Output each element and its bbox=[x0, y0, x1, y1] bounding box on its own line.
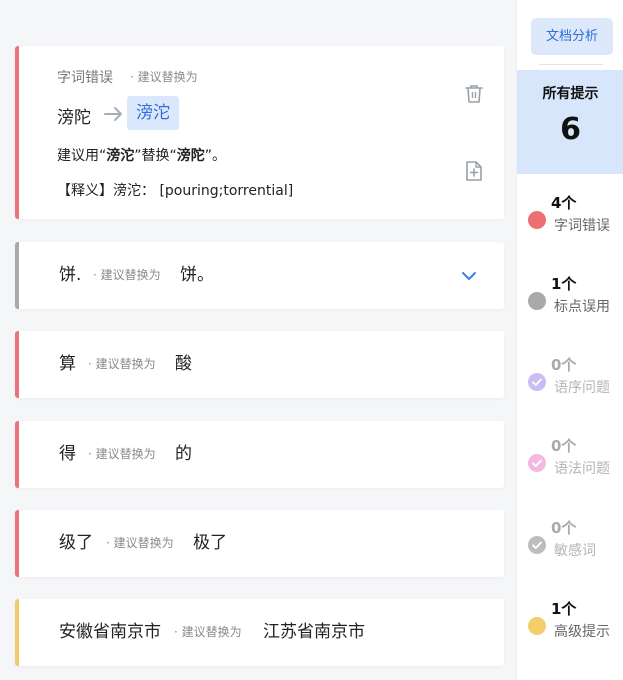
suggestion-card[interactable]: 得 · 建议替换为 的 bbox=[15, 421, 504, 488]
suggestion-text[interactable]: 的 bbox=[175, 421, 192, 488]
suggestion-text[interactable]: 饼。 bbox=[180, 242, 214, 309]
replace-hint: · 建议替换为 bbox=[174, 625, 242, 639]
check-circle-icon bbox=[528, 536, 546, 554]
arrow-right-icon bbox=[104, 107, 122, 121]
original-text: 安徽省南京市 bbox=[59, 622, 161, 642]
stat-count: 1个 bbox=[551, 600, 577, 618]
original-text: 得 bbox=[59, 444, 76, 464]
original-text: 算 bbox=[59, 354, 76, 374]
stat-label: 敏感词 bbox=[554, 543, 596, 559]
severity-stripe bbox=[15, 599, 19, 666]
suggestion-card[interactable]: 安徽省南京市 · 建议替换为 江苏省南京市 bbox=[15, 599, 504, 666]
trash-icon[interactable] bbox=[463, 83, 485, 105]
suggestion-text[interactable]: 极了 bbox=[193, 510, 227, 577]
severity-stripe bbox=[15, 242, 19, 309]
stat-grammar[interactable]: 0个 语法问题 bbox=[517, 435, 623, 491]
stat-sensitive-words[interactable]: 0个 敏感词 bbox=[517, 517, 623, 573]
stat-word-order[interactable]: 0个 语序问题 bbox=[517, 354, 623, 410]
all-hints-count: 6 bbox=[560, 112, 581, 147]
severity-stripe bbox=[15, 46, 19, 219]
stat-advanced[interactable]: 1个 高级提示 bbox=[517, 598, 623, 654]
stat-word-errors[interactable]: 4个 字词错误 bbox=[517, 192, 623, 248]
suggestion-text[interactable]: 江苏省南京市 bbox=[263, 599, 365, 666]
original-text: 滂陀 bbox=[57, 108, 91, 128]
all-hints-label: 所有提示 bbox=[542, 86, 599, 102]
definition-text: 【释义】滂沱： [pouring;torrential] bbox=[57, 183, 294, 199]
severity-stripe bbox=[15, 331, 19, 398]
gray-dot-icon bbox=[528, 292, 546, 310]
document-analysis-button[interactable]: 文档分析 bbox=[531, 18, 613, 55]
red-dot-icon bbox=[528, 211, 546, 229]
stat-count: 0个 bbox=[551, 519, 577, 537]
stats-sidebar: 文档分析 所有提示 6 4个 字词错误 1个 标点误用 0个 语序问题 0个 语… bbox=[516, 0, 623, 680]
suggestion-chip[interactable]: 滂沱 bbox=[127, 96, 179, 130]
stat-label: 高级提示 bbox=[554, 624, 610, 640]
stat-label: 字词错误 bbox=[554, 218, 610, 234]
chevron-down-icon[interactable] bbox=[459, 266, 479, 286]
original-text: 饼. bbox=[59, 265, 82, 285]
all-hints-panel[interactable]: 所有提示 6 bbox=[517, 70, 623, 174]
stat-count: 4个 bbox=[551, 194, 577, 212]
severity-stripe bbox=[15, 510, 19, 577]
replace-hint: · 建议替换为 bbox=[88, 447, 156, 461]
suggestion-card-expanded[interactable]: 字词错误 · 建议替换为 滂陀 滂沱 建议用“滂沱”替换“滂陀”。 【释义】滂沱… bbox=[15, 46, 504, 219]
stat-count: 0个 bbox=[551, 356, 577, 374]
suggestion-card[interactable]: 饼. · 建议替换为 饼。 bbox=[15, 242, 504, 309]
stat-punctuation[interactable]: 1个 标点误用 bbox=[517, 273, 623, 329]
stat-label: 语序问题 bbox=[554, 380, 610, 396]
replace-hint: · 建议替换为 bbox=[88, 357, 156, 371]
divider bbox=[539, 64, 603, 65]
yellow-dot-icon bbox=[528, 617, 546, 635]
suggestion-text[interactable]: 酸 bbox=[175, 331, 192, 398]
replace-hint: · 建议替换为 bbox=[93, 268, 161, 282]
suggestion-card[interactable]: 级了 · 建议替换为 极了 bbox=[15, 510, 504, 577]
add-document-icon[interactable] bbox=[463, 160, 485, 182]
check-circle-icon bbox=[528, 454, 546, 472]
check-circle-icon bbox=[528, 373, 546, 391]
original-text: 级了 bbox=[59, 533, 93, 553]
suggestion-card[interactable]: 算 · 建议替换为 酸 bbox=[15, 331, 504, 398]
stat-label: 标点误用 bbox=[554, 299, 610, 315]
severity-stripe bbox=[15, 421, 19, 488]
replace-hint: · 建议替换为 bbox=[106, 536, 174, 550]
stat-count: 1个 bbox=[551, 275, 577, 293]
category-label: 字词错误 bbox=[57, 70, 113, 86]
replace-hint: · 建议替换为 bbox=[130, 70, 198, 84]
stat-count: 0个 bbox=[551, 437, 577, 455]
stat-label: 语法问题 bbox=[554, 461, 610, 477]
advice-text: 建议用“滂沱”替换“滂陀”。 bbox=[57, 148, 227, 164]
suggestion-list: 字词错误 · 建议替换为 滂陀 滂沱 建议用“滂沱”替换“滂陀”。 【释义】滂沱… bbox=[0, 0, 516, 680]
